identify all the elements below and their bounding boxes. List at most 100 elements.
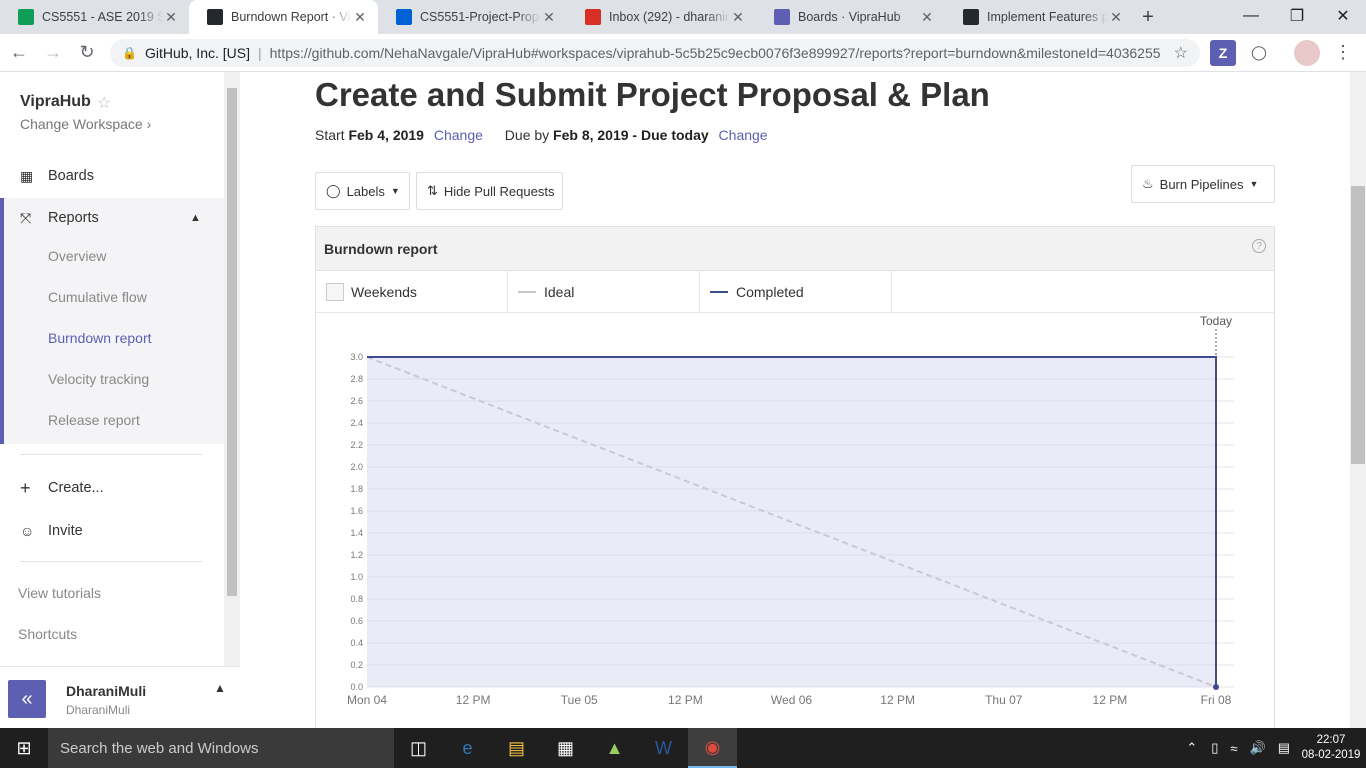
legend-ideal[interactable]: Ideal [508,271,700,313]
sidebar-item-reports[interactable]: ⤧ Reports ▲ [0,198,224,238]
user-login: DharaniMuli [66,703,131,717]
battery-icon[interactable]: ▯ [1211,740,1218,756]
browser-tab[interactable]: Burndown Report · Vipr ✕ [189,0,378,34]
create-button[interactable]: + Create... [0,468,224,508]
report-item-cumulative-flow[interactable]: Cumulative flow [48,289,147,305]
photos-icon[interactable]: ▲ [590,728,639,768]
windows-start-icon[interactable]: ⊞ [0,728,48,768]
start-label: Start [315,127,345,143]
close-tab-icon[interactable]: ✕ [352,9,368,26]
star-icon[interactable]: ☆ [97,93,111,113]
close-tab-icon[interactable]: ✕ [163,9,179,26]
burn-pipelines-label: Burn Pipelines [1159,176,1244,192]
browser-tab[interactable]: Inbox (292) - dharanim ✕ [567,0,756,34]
minimize-icon[interactable]: — [1228,0,1274,32]
bookmark-star-icon[interactable]: ☆ [1174,43,1188,63]
panel-header: Burndown report ? [316,227,1274,271]
taskbar-search[interactable]: Search the web and Windows [48,728,394,768]
user-menu[interactable]: « DharaniMuli DharaniMuli ▲ [0,666,240,728]
browser-tab[interactable]: Boards · VipraHub ✕ [756,0,945,34]
url-text[interactable]: https://github.com/NehaNavgale/VipraHub#… [270,45,1174,61]
hide-pr-label: Hide Pull Requests [443,183,555,199]
close-tab-icon[interactable]: ✕ [919,9,935,26]
chrome-icon[interactable]: ◉ [688,728,737,768]
profile-avatar-icon[interactable] [1294,39,1320,66]
burndown-panel: Burndown report ? Weekends Ideal Complet… [315,226,1275,728]
chevron-down-icon: ▼ [1249,179,1259,189]
y-tick-label: 0.4 [350,638,363,648]
close-tab-icon[interactable]: ✕ [730,9,746,26]
report-item-velocity[interactable]: Velocity tracking [48,371,149,387]
site-identity: GitHub, Inc. [US] [144,44,250,61]
sidebar-item-boards[interactable]: ▦ Boards [0,156,224,196]
change-workspace-link[interactable]: Change Workspace › [20,116,151,132]
volume-icon[interactable]: 🔊 [1250,740,1266,756]
close-tab-icon[interactable]: ✕ [541,9,557,26]
task-view-icon[interactable]: ◫ [394,728,443,768]
labels-button[interactable]: ◯ Labels ▼ [315,172,410,210]
y-tick-label: 1.0 [350,572,363,582]
checkbox-icon[interactable] [326,283,344,301]
notifications-icon[interactable]: ▤ [1278,740,1290,756]
x-tick-label: Wed 06 [771,693,812,707]
hide-pull-requests-button[interactable]: ⇅ Hide Pull Requests [416,172,563,210]
help-icon[interactable]: ? [1252,239,1266,253]
x-tick-label: 12 PM [456,693,491,707]
browser-tab[interactable]: CS5551 - ASE 2019 Spr✕ [0,0,189,34]
tray-chevron-icon[interactable]: ⌃ [1186,740,1197,756]
reports-section: ⤧ Reports ▲ Overview Cumulative flow Bur… [0,198,224,444]
report-item-release[interactable]: Release report [48,412,140,428]
browser-toolbar: ← → ↻ 🔒 GitHub, Inc. [US] | https://gith… [0,34,1366,72]
change-start-link[interactable]: Change [434,127,483,143]
close-window-icon[interactable]: ✕ [1320,0,1366,32]
close-tab-icon[interactable]: ✕ [1108,9,1124,26]
github-icon [207,9,223,25]
file-explorer-icon[interactable]: ▤ [492,728,541,768]
word-icon[interactable]: W [639,728,688,768]
zenhub-icon [774,9,790,25]
forward-icon[interactable]: → [38,38,68,68]
wifi-icon[interactable]: ≈ [1230,741,1237,756]
view-tutorials-link[interactable]: View tutorials [18,585,101,601]
sidebar-scrollbar[interactable] [224,72,240,666]
restore-icon[interactable]: ❐ [1274,0,1320,32]
collapse-sidebar-button[interactable]: « [8,680,46,718]
x-tick-label: 12 PM [668,693,703,707]
y-tick-label: 0.0 [350,682,363,692]
extension-icon[interactable]: ◯ [1246,40,1272,66]
legend-completed[interactable]: Completed [700,271,892,313]
change-due-link[interactable]: Change [719,127,768,143]
legend-label: Ideal [544,284,575,300]
main-content: Create and Submit Project Proposal & Pla… [240,72,1350,728]
clock-date: 08-02-2019 [1301,749,1361,761]
zenhub-extension-icon[interactable]: Z [1210,39,1236,66]
new-tab-button[interactable]: + [1134,0,1162,34]
browser-tab[interactable]: CS5551-Project-Propos ✕ [378,0,567,34]
x-tick-label: Mon 04 [347,693,387,707]
clock[interactable]: 22:07 08-02-2019 [1296,733,1366,763]
store-icon[interactable]: ▦ [541,728,590,768]
address-bar[interactable]: 🔒 GitHub, Inc. [US] | https://github.com… [110,38,1200,67]
invite-button[interactable]: ☺ Invite [0,511,224,551]
chevron-up-icon[interactable]: ▲ [190,212,201,224]
report-item-burndown[interactable]: Burndown report [48,330,152,346]
reload-icon[interactable]: ↻ [72,38,102,68]
menu-kebab-icon[interactable]: ⋮ [1330,40,1356,66]
y-tick-label: 3.0 [350,352,363,362]
back-icon[interactable]: ← [4,38,34,68]
report-item-overview[interactable]: Overview [48,248,106,264]
browser-tab[interactable]: Implement Features pla ✕ [945,0,1134,34]
tab-title: Burndown Report · Vipr [231,10,352,24]
boards-icon: ▦ [20,167,34,184]
y-tick-label: 2.8 [350,374,363,384]
page-scrollbar[interactable] [1350,72,1366,728]
y-tick-label: 2.6 [350,396,363,406]
tab-title: CS5551 - ASE 2019 Spr [42,10,163,24]
completed-point [1213,684,1219,690]
create-label: Create... [48,480,104,496]
legend-weekends[interactable]: Weekends [316,271,508,313]
shortcuts-link[interactable]: Shortcuts [18,626,77,642]
chevron-up-icon[interactable]: ▲ [214,681,226,695]
edge-icon[interactable]: e [443,728,492,768]
burn-pipelines-button[interactable]: ♨ Burn Pipelines ▼ [1131,165,1275,203]
